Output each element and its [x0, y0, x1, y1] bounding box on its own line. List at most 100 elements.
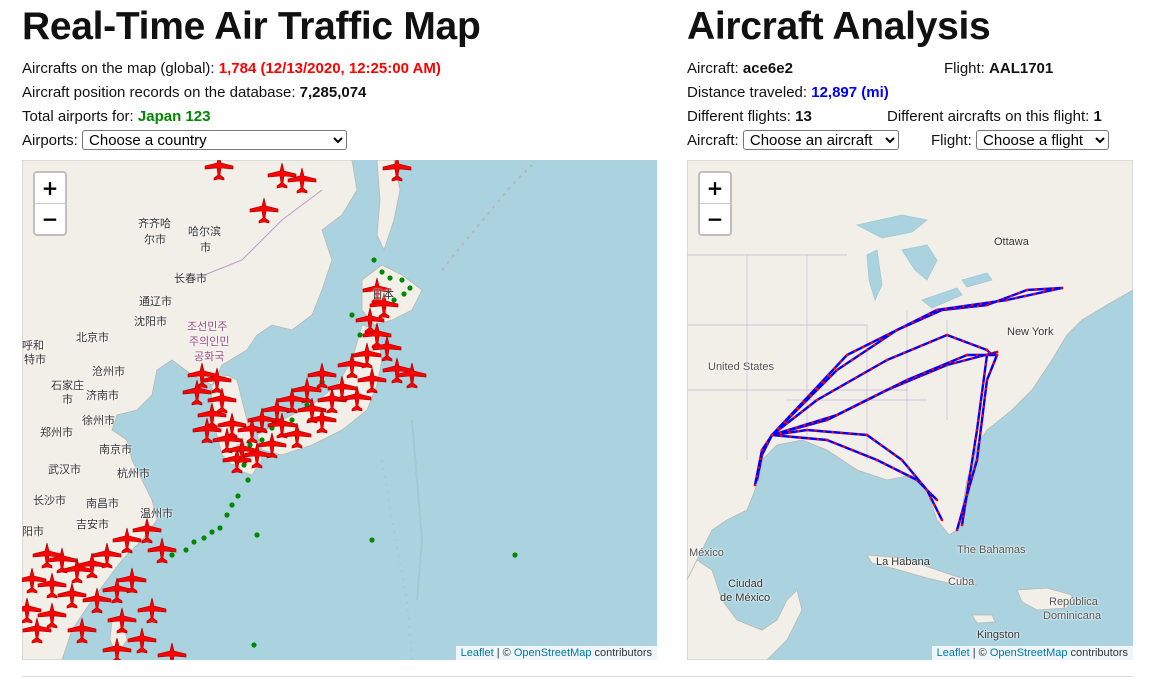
airport-marker[interactable]: [224, 512, 230, 518]
route-position-point: [808, 404, 811, 408]
route-position-point: [765, 441, 769, 444]
airport-marker[interactable]: [235, 493, 241, 499]
route-zoom-in-button[interactable]: +: [700, 173, 730, 204]
map-label-zhengzhou: 郑州市: [40, 427, 73, 439]
airport-marker[interactable]: [209, 529, 215, 535]
aircraft-marker[interactable]: [22, 597, 42, 624]
aircraft-marker[interactable]: [337, 352, 367, 379]
aircraft-marker[interactable]: [137, 597, 167, 624]
aircraft-marker[interactable]: [382, 357, 412, 384]
airport-marker[interactable]: [183, 547, 189, 553]
route-position-point: [835, 368, 839, 372]
zoom-out-button[interactable]: −: [35, 204, 65, 234]
airport-marker[interactable]: [254, 532, 260, 538]
route-position-point: [833, 367, 836, 370]
route-position-point: [902, 325, 906, 328]
route-position-point: [919, 344, 923, 348]
aircraft-marker[interactable]: [249, 197, 279, 224]
aircraft-marker[interactable]: [287, 167, 317, 194]
route-position-point: [907, 474, 911, 478]
aircraft-marker[interactable]: [357, 367, 387, 394]
aircraft-marker[interactable]: [157, 642, 187, 660]
map-label-shenyang: 沈阳市: [134, 316, 167, 328]
airport-marker[interactable]: [379, 269, 385, 275]
leaflet-link[interactable]: Leaflet: [461, 647, 494, 659]
airport-marker[interactable]: [217, 525, 223, 531]
aircraft-marker[interactable]: [355, 307, 385, 334]
route-position-point: [839, 431, 843, 435]
route-position-point: [974, 437, 977, 440]
route-zoom-out-button[interactable]: −: [700, 204, 730, 234]
route-position-point: [807, 437, 810, 440]
route-position-point: [839, 360, 843, 363]
aircraft-marker[interactable]: [182, 379, 212, 406]
airport-marker[interactable]: [387, 275, 393, 281]
airport-marker[interactable]: [229, 502, 235, 508]
aircraft-marker[interactable]: [77, 552, 107, 579]
map-label-qiqihar-2: 尔市: [144, 234, 166, 246]
route-leaflet-link[interactable]: Leaflet: [937, 647, 970, 659]
country-select[interactable]: Choose a country: [82, 130, 348, 150]
airport-marker[interactable]: [245, 477, 251, 483]
airport-marker[interactable]: [289, 417, 295, 423]
airport-marker[interactable]: [349, 312, 355, 318]
aircraft-marker[interactable]: [22, 567, 47, 594]
osm-link[interactable]: OpenStreetMap: [514, 647, 592, 659]
aircraft-marker[interactable]: [67, 617, 97, 644]
aircraft-marker[interactable]: [37, 602, 67, 629]
route-position-point: [789, 435, 792, 438]
aircraft-route-map[interactable]: Ottawa New York United States México Ciu…: [687, 160, 1133, 660]
aircraft-marker[interactable]: [282, 422, 312, 449]
route-position-point: [980, 391, 984, 394]
aircraft-marker[interactable]: [342, 385, 372, 412]
route-position-point: [955, 528, 959, 532]
airport-marker[interactable]: [259, 437, 265, 443]
aircraft-select[interactable]: Choose an aircraft: [742, 130, 899, 150]
aircraft-marker[interactable]: [204, 160, 234, 181]
route-position-point: [827, 416, 831, 419]
airport-marker[interactable]: [371, 257, 377, 263]
route-position-point: [985, 353, 989, 357]
route-position-point: [983, 396, 987, 400]
airport-marker[interactable]: [369, 537, 375, 543]
airport-marker[interactable]: [401, 291, 407, 297]
route-position-point: [800, 410, 804, 413]
aircraft-marker[interactable]: [127, 627, 157, 654]
airport-marker[interactable]: [407, 285, 413, 291]
map-label-xuzhou: 徐州市: [82, 415, 115, 427]
zoom-control: + −: [33, 171, 67, 236]
aircraft-marker[interactable]: [307, 362, 337, 389]
route-position-point: [906, 466, 910, 469]
route-position-point: [789, 413, 793, 417]
flight-select[interactable]: Choose a flight: [976, 130, 1110, 150]
route-position-point: [865, 348, 869, 352]
aircraft-marker[interactable]: [382, 160, 412, 182]
route-position-point: [801, 400, 805, 403]
zoom-in-button[interactable]: +: [35, 173, 65, 204]
airport-marker[interactable]: [169, 552, 175, 558]
airport-marker[interactable]: [357, 332, 363, 338]
airports-select-label: Airports:: [22, 132, 78, 149]
airport-marker[interactable]: [191, 539, 197, 545]
route-osm-link[interactable]: OpenStreetMap: [990, 647, 1068, 659]
airport-marker[interactable]: [241, 462, 247, 468]
route-position-point: [795, 407, 799, 410]
airport-marker[interactable]: [512, 552, 518, 558]
aircraft-marker[interactable]: [32, 542, 62, 569]
airport-marker[interactable]: [399, 277, 405, 283]
aircraft-marker[interactable]: [102, 637, 132, 660]
flight-route-line: [771, 333, 993, 436]
route-position-point: [969, 342, 973, 346]
route-position-point: [805, 428, 809, 432]
airport-marker[interactable]: [201, 535, 207, 541]
route-position-point: [870, 367, 873, 371]
map-label-cuba: Cuba: [948, 576, 975, 588]
aircraft-marker[interactable]: [267, 162, 297, 189]
map-label-united-states: United States: [708, 361, 775, 373]
airport-marker[interactable]: [251, 642, 257, 648]
air-traffic-map[interactable]: 齐齐哈 尔市 哈尔滨 市 长春市 通辽市 沈阳市 조선민주 주의인민 공화국 北…: [22, 160, 657, 660]
route-position-point: [795, 426, 798, 429]
route-position-point: [935, 498, 939, 502]
aircraft-marker[interactable]: [187, 362, 217, 389]
aircraft-marker[interactable]: [107, 607, 137, 634]
